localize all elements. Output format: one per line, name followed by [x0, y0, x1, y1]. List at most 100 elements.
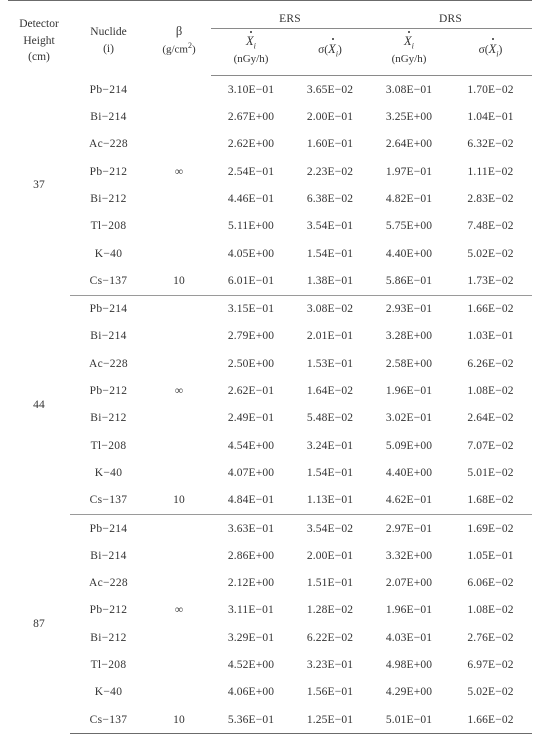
table-row: Tl−208 4.52E+00 3.23E−01 4.98E+00 6.97E−02	[8, 651, 532, 678]
table-row: Bi−212 2.49E−01 5.48E−02 3.02E−01 2.64E−02	[8, 405, 532, 432]
cell-drs-sigma: 7.07E−02	[467, 439, 514, 452]
cell-nuclide: Ac−228	[89, 577, 128, 590]
cell-drs-sigma: 1.04E−01	[467, 111, 514, 124]
table-row: Bi−212 3.29E−01 6.22E−02 4.03E−01 2.76E−02	[8, 624, 532, 651]
header-drs-sigma: σ(Xi)	[449, 28, 532, 77]
table-row: Pb−212 ∞ 3.11E−01 1.28E−02 1.96E−01 1.08E−02	[8, 597, 532, 624]
header-group-ers: ERS	[211, 7, 369, 29]
table-header: Detector Height (cm) Nuclide (i) β (g/cm…	[8, 0, 532, 77]
cell-nuclide: K−40	[94, 466, 123, 479]
cell-ers-sigma: 1.53E−01	[306, 357, 354, 370]
cell-ers-sigma: 2.01E−01	[306, 330, 354, 343]
cell-drs-sigma: 6.26E−02	[467, 357, 514, 370]
table-row: K−40 4.06E+00 1.56E−01 4.29E+00 5.02E−02	[8, 679, 532, 706]
cell-ers-sigma: 1.28E−02	[306, 604, 354, 617]
cell-beta	[147, 514, 211, 542]
table-row: Pb−212 ∞ 2.54E−01 2.23E−02 1.97E−01 1.11E−02	[8, 158, 532, 185]
table-row: Tl−208 4.54E+00 3.24E−01 5.09E+00 7.07E−02	[8, 432, 532, 459]
x-dot-symbol: X	[328, 38, 336, 56]
cell-ers-dose-rate: 2.79E+00	[227, 330, 275, 343]
cell-beta	[147, 76, 211, 104]
cell-ers-sigma: 2.23E−02	[306, 165, 354, 178]
cell-ers-sigma: 1.54E−01	[306, 466, 354, 479]
cell-ers-sigma: 1.25E−01	[291, 705, 369, 734]
cell-drs-sigma: 2.83E−02	[467, 192, 514, 205]
cell-drs-dose-rate: 2.58E+00	[385, 357, 433, 370]
header-drs-dose-rate: Xi (nGy/h)	[369, 28, 449, 77]
cell-ers-sigma: 3.65E−02	[306, 83, 354, 96]
cell-drs-dose-rate: 2.07E+00	[385, 577, 433, 590]
cell-nuclide: Pb−212	[89, 385, 128, 398]
sigma-close: )	[498, 43, 503, 56]
x-dot-symbol: X	[488, 38, 497, 56]
table-row: Bi−214 2.67E+00 2.00E−01 3.25E+00 1.04E−01	[8, 103, 532, 130]
table-row: 37 Pb−214 3.10E−01 3.65E−02 3.08E−01 1.70E−02	[8, 76, 532, 192]
header-nuclide-line1: Nuclide	[90, 26, 127, 39]
cell-ers-sigma: 3.54E−02	[306, 522, 354, 535]
header-detector-height: Detector Height (cm)	[8, 7, 70, 76]
table-row: Cs−137 10 6.01E−01 1.38E−01 5.86E−01 1.73E−02	[8, 267, 532, 296]
cell-ers-sigma: 1.64E−02	[306, 385, 354, 398]
table-row: 44 Pb−214 3.15E−01 3.08E−02 2.93E−01 1.66E−02	[8, 295, 532, 411]
cell-beta	[147, 240, 211, 267]
cell-ers-dose-rate: 2.62E−01	[227, 385, 275, 398]
cell-nuclide: Ac−228	[89, 138, 128, 151]
cell-ers-sigma: 6.22E−02	[306, 631, 354, 644]
cell-nuclide: Cs−137	[70, 705, 147, 734]
cell-drs-sigma: 1.73E−02	[449, 267, 532, 296]
cell-ers-dose-rate: 4.46E−01	[227, 192, 275, 205]
cell-ers-dose-rate: 2.54E−01	[227, 165, 275, 178]
cell-nuclide: Bi−212	[90, 631, 127, 644]
cell-ers-dose-rate: 2.50E+00	[227, 357, 275, 370]
cell-drs-dose-rate: 4.98E+00	[385, 659, 433, 671]
cell-drs-sigma: 2.76E−02	[467, 631, 514, 644]
cell-ers-dose-rate: 2.49E−01	[227, 412, 275, 425]
cell-nuclide: Bi−214	[90, 549, 127, 562]
cell-beta: ∞	[174, 385, 184, 398]
cell-ers-dose-rate: 3.15E−01	[227, 303, 275, 316]
header-group-drs: DRS	[369, 7, 532, 29]
table-row: Ac−228 2.50E+00 1.53E−01 2.58E+00 6.26E−02	[8, 350, 532, 377]
cell-ers-sigma: 1.51E−01	[306, 577, 354, 590]
cell-drs-dose-rate: 4.03E−01	[385, 631, 433, 644]
cell-detector-height: 37	[33, 179, 45, 192]
table-row: Cs−137 10 5.36E−01 1.25E−01 5.01E−01 1.66E−02	[8, 705, 532, 734]
cell-drs-sigma: 1.69E−02	[467, 522, 514, 535]
beta-unit-text: (g/cm	[162, 43, 188, 56]
cell-drs-sigma: 5.01E−02	[467, 466, 514, 479]
cell-beta	[147, 185, 211, 212]
cell-ers-sigma: 5.48E−02	[306, 412, 354, 425]
cell-beta	[147, 542, 211, 569]
cell-drs-dose-rate: 4.40E+00	[385, 247, 433, 260]
cell-ers-dose-rate: 3.10E−01	[227, 83, 275, 96]
cell-drs-dose-rate: 3.25E+00	[385, 111, 433, 124]
table-row: Bi−214 2.79E+00 2.01E−01 3.28E+00 1.03E−01	[8, 323, 532, 350]
cell-ers-dose-rate: 5.11E+00	[228, 220, 274, 233]
drs-dose-symbol: Xi	[369, 30, 449, 52]
cell-beta: 10	[147, 705, 211, 734]
cell-drs-dose-rate: 3.02E−01	[385, 412, 433, 425]
cell-beta	[147, 213, 211, 240]
cell-nuclide: Tl−208	[90, 659, 127, 671]
cell-nuclide: Pb−214	[89, 522, 128, 535]
cell-ers-dose-rate: 2.67E+00	[227, 111, 275, 124]
x-subscript: i	[411, 41, 414, 51]
table-row: K−40 4.07E+00 1.54E−01 4.40E+00 5.01E−02	[8, 459, 532, 486]
table-row: Tl−208 5.11E+00 3.54E−01 5.75E+00 7.48E−02	[8, 213, 532, 240]
cell-drs-sigma: 6.97E−02	[467, 659, 514, 671]
cell-drs-dose-rate: 3.32E+00	[385, 549, 433, 562]
cell-ers-sigma: 1.38E−01	[291, 267, 369, 296]
cell-beta	[147, 350, 211, 377]
cell-nuclide: Bi−212	[90, 192, 127, 205]
beta-symbol: β	[175, 23, 183, 38]
beta-unit: (g/cm2)	[147, 40, 211, 59]
cell-beta: 10	[147, 486, 211, 515]
cell-drs-sigma: 1.03E−01	[467, 330, 514, 343]
cell-ers-dose-rate: 3.11E−01	[228, 604, 274, 617]
cell-nuclide: Pb−212	[89, 604, 128, 617]
table-row: Bi−212 4.46E−01 6.38E−02 4.82E−01 2.83E−02	[8, 185, 532, 212]
cell-nuclide: Pb−214	[89, 83, 128, 96]
cell-ers-sigma: 3.23E−01	[306, 659, 354, 671]
cell-drs-dose-rate: 5.75E+00	[385, 220, 433, 233]
cell-nuclide: Pb−214	[89, 303, 128, 316]
